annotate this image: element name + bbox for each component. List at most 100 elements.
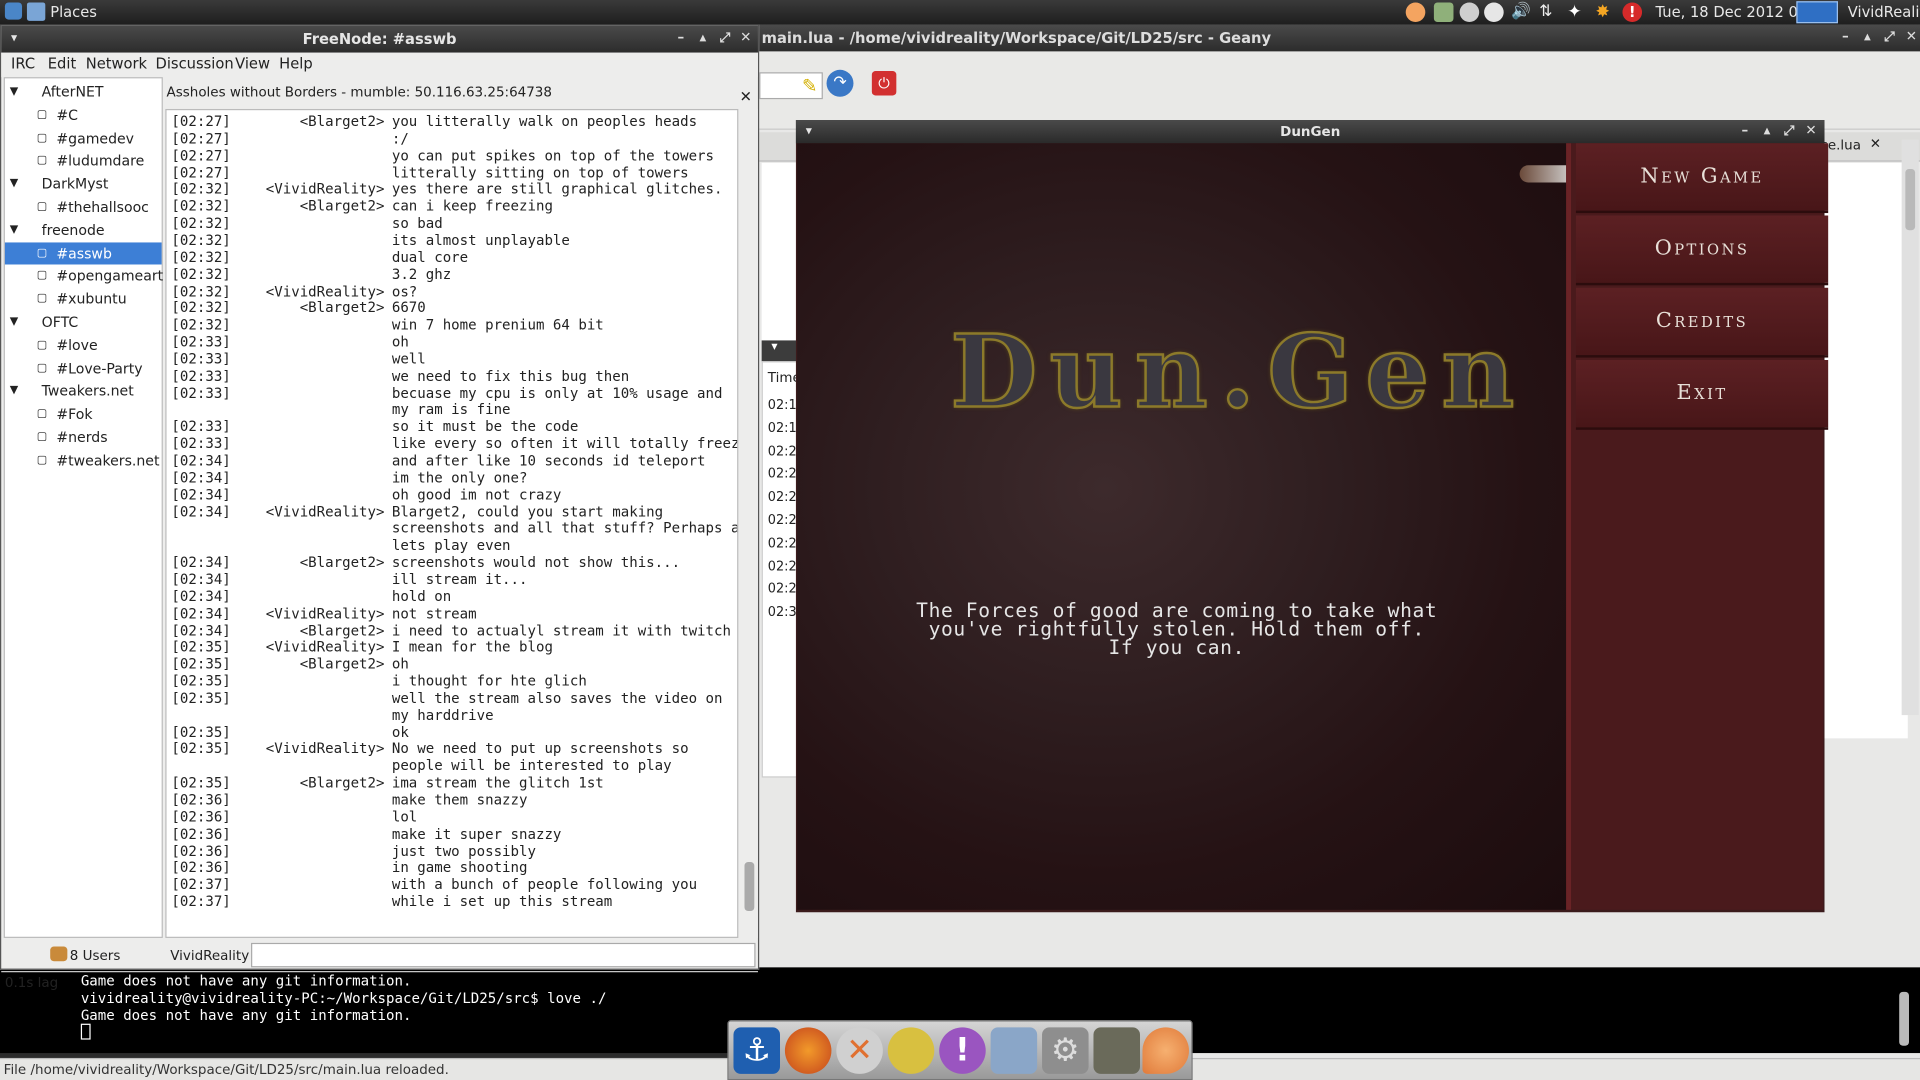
dungen-titlebar[interactable]: ▾ DunGen – ▴ ⤢ ✕ [795,120,1825,144]
options-button[interactable]: Options [1575,215,1829,286]
channel-node[interactable]: ▢ #love [5,334,162,356]
genie-icon[interactable] [887,1027,935,1074]
network-node[interactable]: ▼ DarkMyst [5,173,162,195]
volume-icon[interactable]: 🔊 [1511,2,1531,22]
mail-tray-icon[interactable] [1433,2,1454,23]
menu-view[interactable]: View [235,55,270,72]
files-icon[interactable] [990,1027,1038,1074]
nickname[interactable]: <VividReality> [266,604,385,621]
places-menu[interactable]: Places [50,4,97,21]
drive-tray-icon[interactable] [1459,2,1480,23]
nickname[interactable]: <VividReality> [266,503,385,520]
user-count[interactable]: 8 Users [70,948,121,964]
close-button[interactable]: ✕ [1903,28,1920,45]
message-input[interactable] [251,942,756,968]
message-text: can i keep freezing [391,197,553,215]
minimize-button[interactable]: – [1837,28,1854,45]
menu-discussion[interactable]: Discussion [156,55,234,72]
shade-button[interactable]: ▴ [694,29,711,46]
window-menu-icon[interactable]: ▾ [11,26,17,53]
channel-node[interactable]: ▢ #asswb [4,241,162,264]
nickname[interactable]: <Blarget2> [300,554,385,571]
window-menu-icon[interactable]: ▾ [806,120,812,143]
channel-node[interactable]: ▢ #gamedev [5,127,162,149]
settings-icon[interactable]: ⚙ [1042,1027,1089,1074]
nickname[interactable]: <Blarget2> [300,299,385,316]
gimp-icon[interactable] [1093,1027,1141,1074]
menu-network[interactable]: Network [86,55,147,72]
alert-icon[interactable]: ! [1622,2,1643,23]
places-icon[interactable] [26,2,46,21]
nickname[interactable]: <VividReality> [266,740,385,757]
user-menu[interactable]: VividReality [1848,4,1920,21]
network-node[interactable]: ▼ freenode [5,219,162,241]
nickname[interactable]: <VividReality> [266,638,385,655]
firefox-icon[interactable] [784,1027,832,1074]
nickname[interactable]: <Blarget2> [300,774,385,791]
menu-icon[interactable] [4,2,23,20]
minimize-button[interactable]: – [672,29,689,46]
channel-node[interactable]: ▢ #nerds [5,426,162,448]
channel-node[interactable]: ▢ #thehallsooc [5,196,162,218]
scroll-thumb[interactable] [744,862,755,912]
network-icon[interactable]: ⇅ [1539,2,1559,22]
dropbox-icon[interactable]: ✦ [1567,2,1587,22]
quit-icon[interactable]: ⏻ [871,71,897,96]
minimize-button[interactable]: – [1736,122,1753,139]
close-button[interactable]: ✕ [1802,122,1819,139]
shade-button[interactable]: ▴ [1859,28,1876,45]
game-canvas[interactable]: Dun.Gen The Forces of good are coming to… [797,143,1576,910]
network-node[interactable]: ▼ Tweakers.net [5,380,162,402]
nickname[interactable]: <VividReality> [266,282,385,299]
editor-scrollbar[interactable] [1901,139,1919,716]
nickname[interactable]: <Blarget2> [300,113,385,130]
mango-icon[interactable] [1142,1027,1189,1074]
chat-line: [02:32] so bad [167,214,738,231]
credits-button[interactable]: Credits [1575,287,1829,358]
xchat-icon[interactable]: ✕ [836,1027,883,1074]
topic-text[interactable]: Assholes without Borders - mumble: 50.11… [167,84,552,100]
channel-node[interactable]: ▢ #ludumdare [5,150,162,172]
shade-button[interactable]: ▴ [1758,122,1775,139]
nick-button[interactable]: VividReality [170,948,249,964]
anchor-icon[interactable]: ⚓ [733,1027,781,1074]
channel-node[interactable]: ▢ #xubuntu [5,288,162,310]
tab-close-icon[interactable]: ✕ [1870,136,1881,152]
chat-tray-icon[interactable] [1484,2,1504,23]
burst-icon[interactable]: ✸ [1596,2,1616,22]
menu-irc[interactable]: IRC [11,55,35,72]
channel-node[interactable]: ▢ #tweakers.net [5,449,162,471]
message-text: oh [391,333,409,351]
maximize-button[interactable]: ⤢ [1881,28,1898,45]
maximize-button[interactable]: ⤢ [1780,122,1797,139]
channel-node[interactable]: ▢ #opengameart [5,265,163,287]
channel-node[interactable]: ▢ #Love-Party [5,357,162,379]
close-button[interactable]: ✕ [737,29,754,46]
network-node[interactable]: ▼ OFTC [5,311,162,333]
geany-titlebar[interactable]: main.lua - /home/vividreality/Workspace/… [749,24,1920,52]
workspace-switcher[interactable] [1796,1,1838,24]
chat-scrollbar[interactable] [740,108,758,938]
exit-button[interactable]: Exit [1575,360,1829,430]
chat-line: [02:34] <Blarget2> screenshots would not s… [167,554,738,571]
xchat-titlebar[interactable]: ▾ FreeNode: #asswb – ▴ ⤢ ✕ [1,25,758,53]
terminal-scrollbar[interactable] [1899,991,1909,1046]
menu-help[interactable]: Help [279,55,313,72]
nickname[interactable]: <Blarget2> [300,621,385,638]
channel-node[interactable]: ▢ #Fok [5,403,162,425]
nickname[interactable]: <VividReality> [266,180,385,197]
chat-line: [02:35] <VividReality> No we need to put u… [167,740,738,757]
nickname[interactable]: <Blarget2> [300,197,385,214]
chat-log[interactable]: [02:27] <Blarget2> you litterally walk on … [165,108,739,938]
jump-icon[interactable]: ↷ [826,69,854,97]
clear-icon[interactable]: ✎ [802,75,817,97]
nickname[interactable]: <Blarget2> [300,655,385,672]
pidgin-icon[interactable]: ! [939,1027,986,1074]
channel-node[interactable]: ▢ #C [5,104,162,126]
maximize-button[interactable]: ⤢ [716,29,733,46]
mango-tray-icon[interactable] [1405,2,1426,23]
new-game-button[interactable]: New Game [1575,143,1829,214]
close-tab-icon[interactable]: ✕ [740,88,752,105]
network-node[interactable]: ▼ AfterNET [5,81,162,103]
menu-edit[interactable]: Edit [48,55,76,72]
